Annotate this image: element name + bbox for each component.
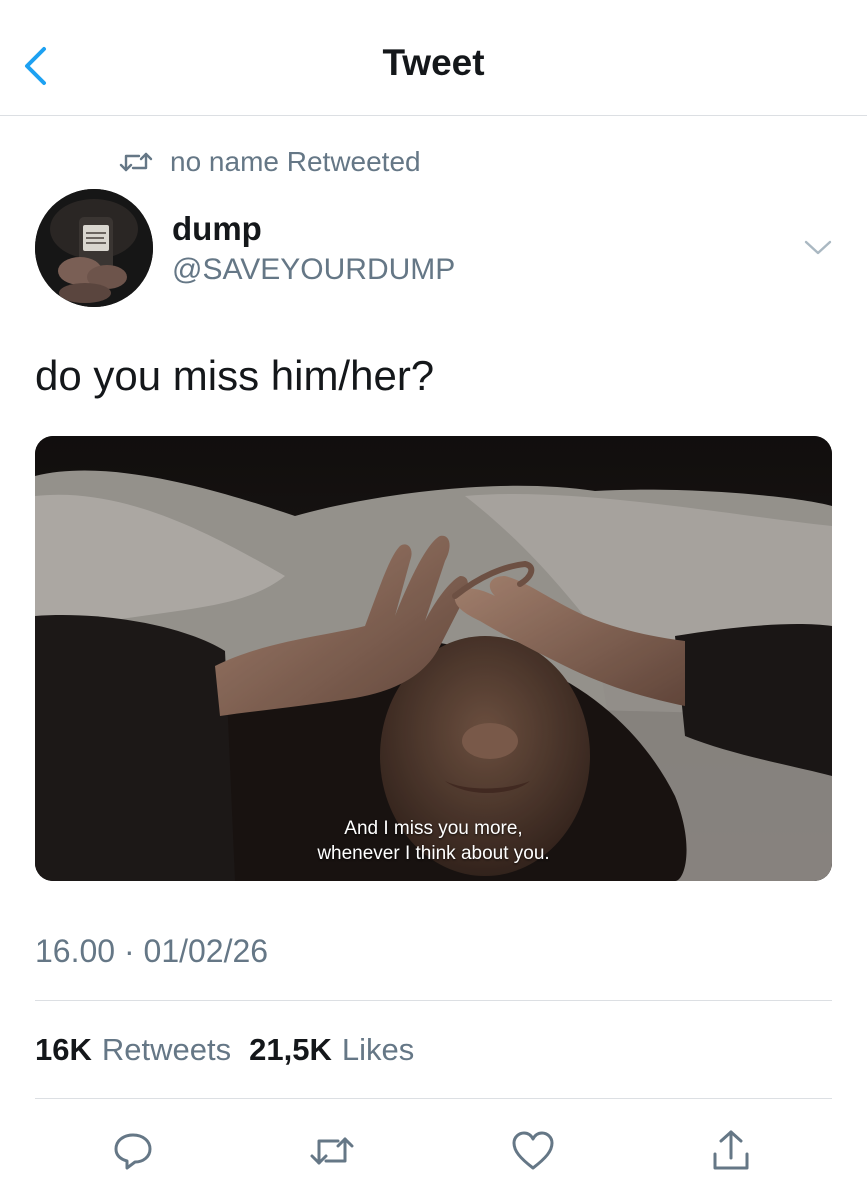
action-bar [0, 1120, 867, 1180]
retweet-icon [310, 1137, 354, 1165]
tweet-menu-button[interactable] [800, 232, 836, 262]
retweet-context-label: no name Retweeted [170, 146, 421, 177]
nav-bar: Tweet [0, 0, 867, 116]
author-handle[interactable]: @SAVEYOURDUMP [172, 253, 455, 287]
divider [35, 1098, 832, 1099]
media-subtitle-line2: whenever I think about you. [317, 843, 550, 864]
reply-button[interactable] [108, 1126, 158, 1176]
like-button[interactable] [508, 1126, 558, 1176]
reply-icon [114, 1133, 152, 1170]
divider [35, 1000, 832, 1001]
tweet-media-image[interactable]: And I miss you more, whenever I think ab… [35, 436, 832, 881]
tweet-text: do you miss him/her? [35, 352, 435, 399]
retweet-button[interactable] [307, 1126, 357, 1176]
like-icon [512, 1131, 554, 1170]
tweet-timestamp: 16.00 · 01/02/26 [35, 933, 269, 969]
retweet-icon [118, 144, 154, 180]
retweets-label[interactable]: Retweets [102, 1032, 231, 1068]
author-name[interactable]: dump [172, 210, 262, 248]
chevron-down-icon [804, 240, 832, 255]
share-button[interactable] [706, 1126, 756, 1176]
likes-label[interactable]: Likes [342, 1032, 414, 1068]
retweets-count[interactable]: 16K [35, 1032, 92, 1068]
share-icon [713, 1130, 749, 1170]
likes-count[interactable]: 21,5K [249, 1032, 332, 1068]
retweet-context[interactable]: no name Retweeted [118, 143, 421, 181]
avatar[interactable] [35, 189, 153, 307]
page-title: Tweet [382, 42, 485, 83]
media-subtitle-line1: And I miss you more, [344, 818, 523, 839]
tweet-stats: 16K Retweets 21,5K Likes [35, 1032, 414, 1068]
